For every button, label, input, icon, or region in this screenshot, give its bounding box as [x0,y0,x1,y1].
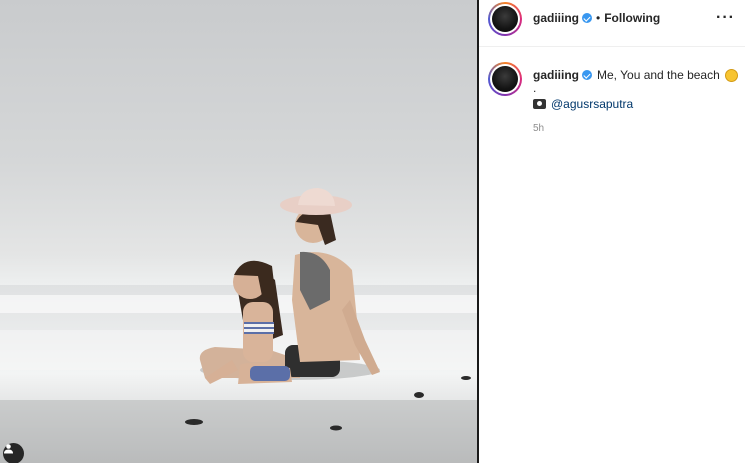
avatar[interactable] [488,2,522,36]
caption-avatar[interactable] [488,62,522,96]
father-figure [199,188,380,380]
user-tag-icon[interactable] [3,443,24,463]
beach-scene [0,188,477,463]
verified-badge-icon [582,70,592,80]
more-options-icon[interactable]: ··· [716,9,735,27]
photo-credit: @agusrsaputra [533,97,633,111]
separator-dot: • [596,11,601,25]
camera-icon [533,99,546,109]
caption-line: gadiiing Me, You and the beach [533,68,738,82]
hugging-face-emoji-icon [724,68,738,82]
post-header: gadiiing • Following ··· [479,0,745,47]
post-timestamp[interactable]: 5h [533,123,544,134]
caption-username[interactable]: gadiiing [533,68,579,82]
caption-line-break-dot: . [533,81,537,95]
caption-text: Me, You and the beach [597,68,720,82]
mention-link[interactable]: @agusrsaputra [551,97,633,111]
post-photo[interactable] [0,0,477,463]
header-username[interactable]: gadiiing [533,11,579,25]
post-side-panel: gadiiing • Following ··· gadiiing Me, Yo… [479,0,745,463]
following-button[interactable]: Following [604,11,660,25]
header-user-info: gadiiing • Following [533,11,660,25]
verified-badge-icon [582,13,592,23]
